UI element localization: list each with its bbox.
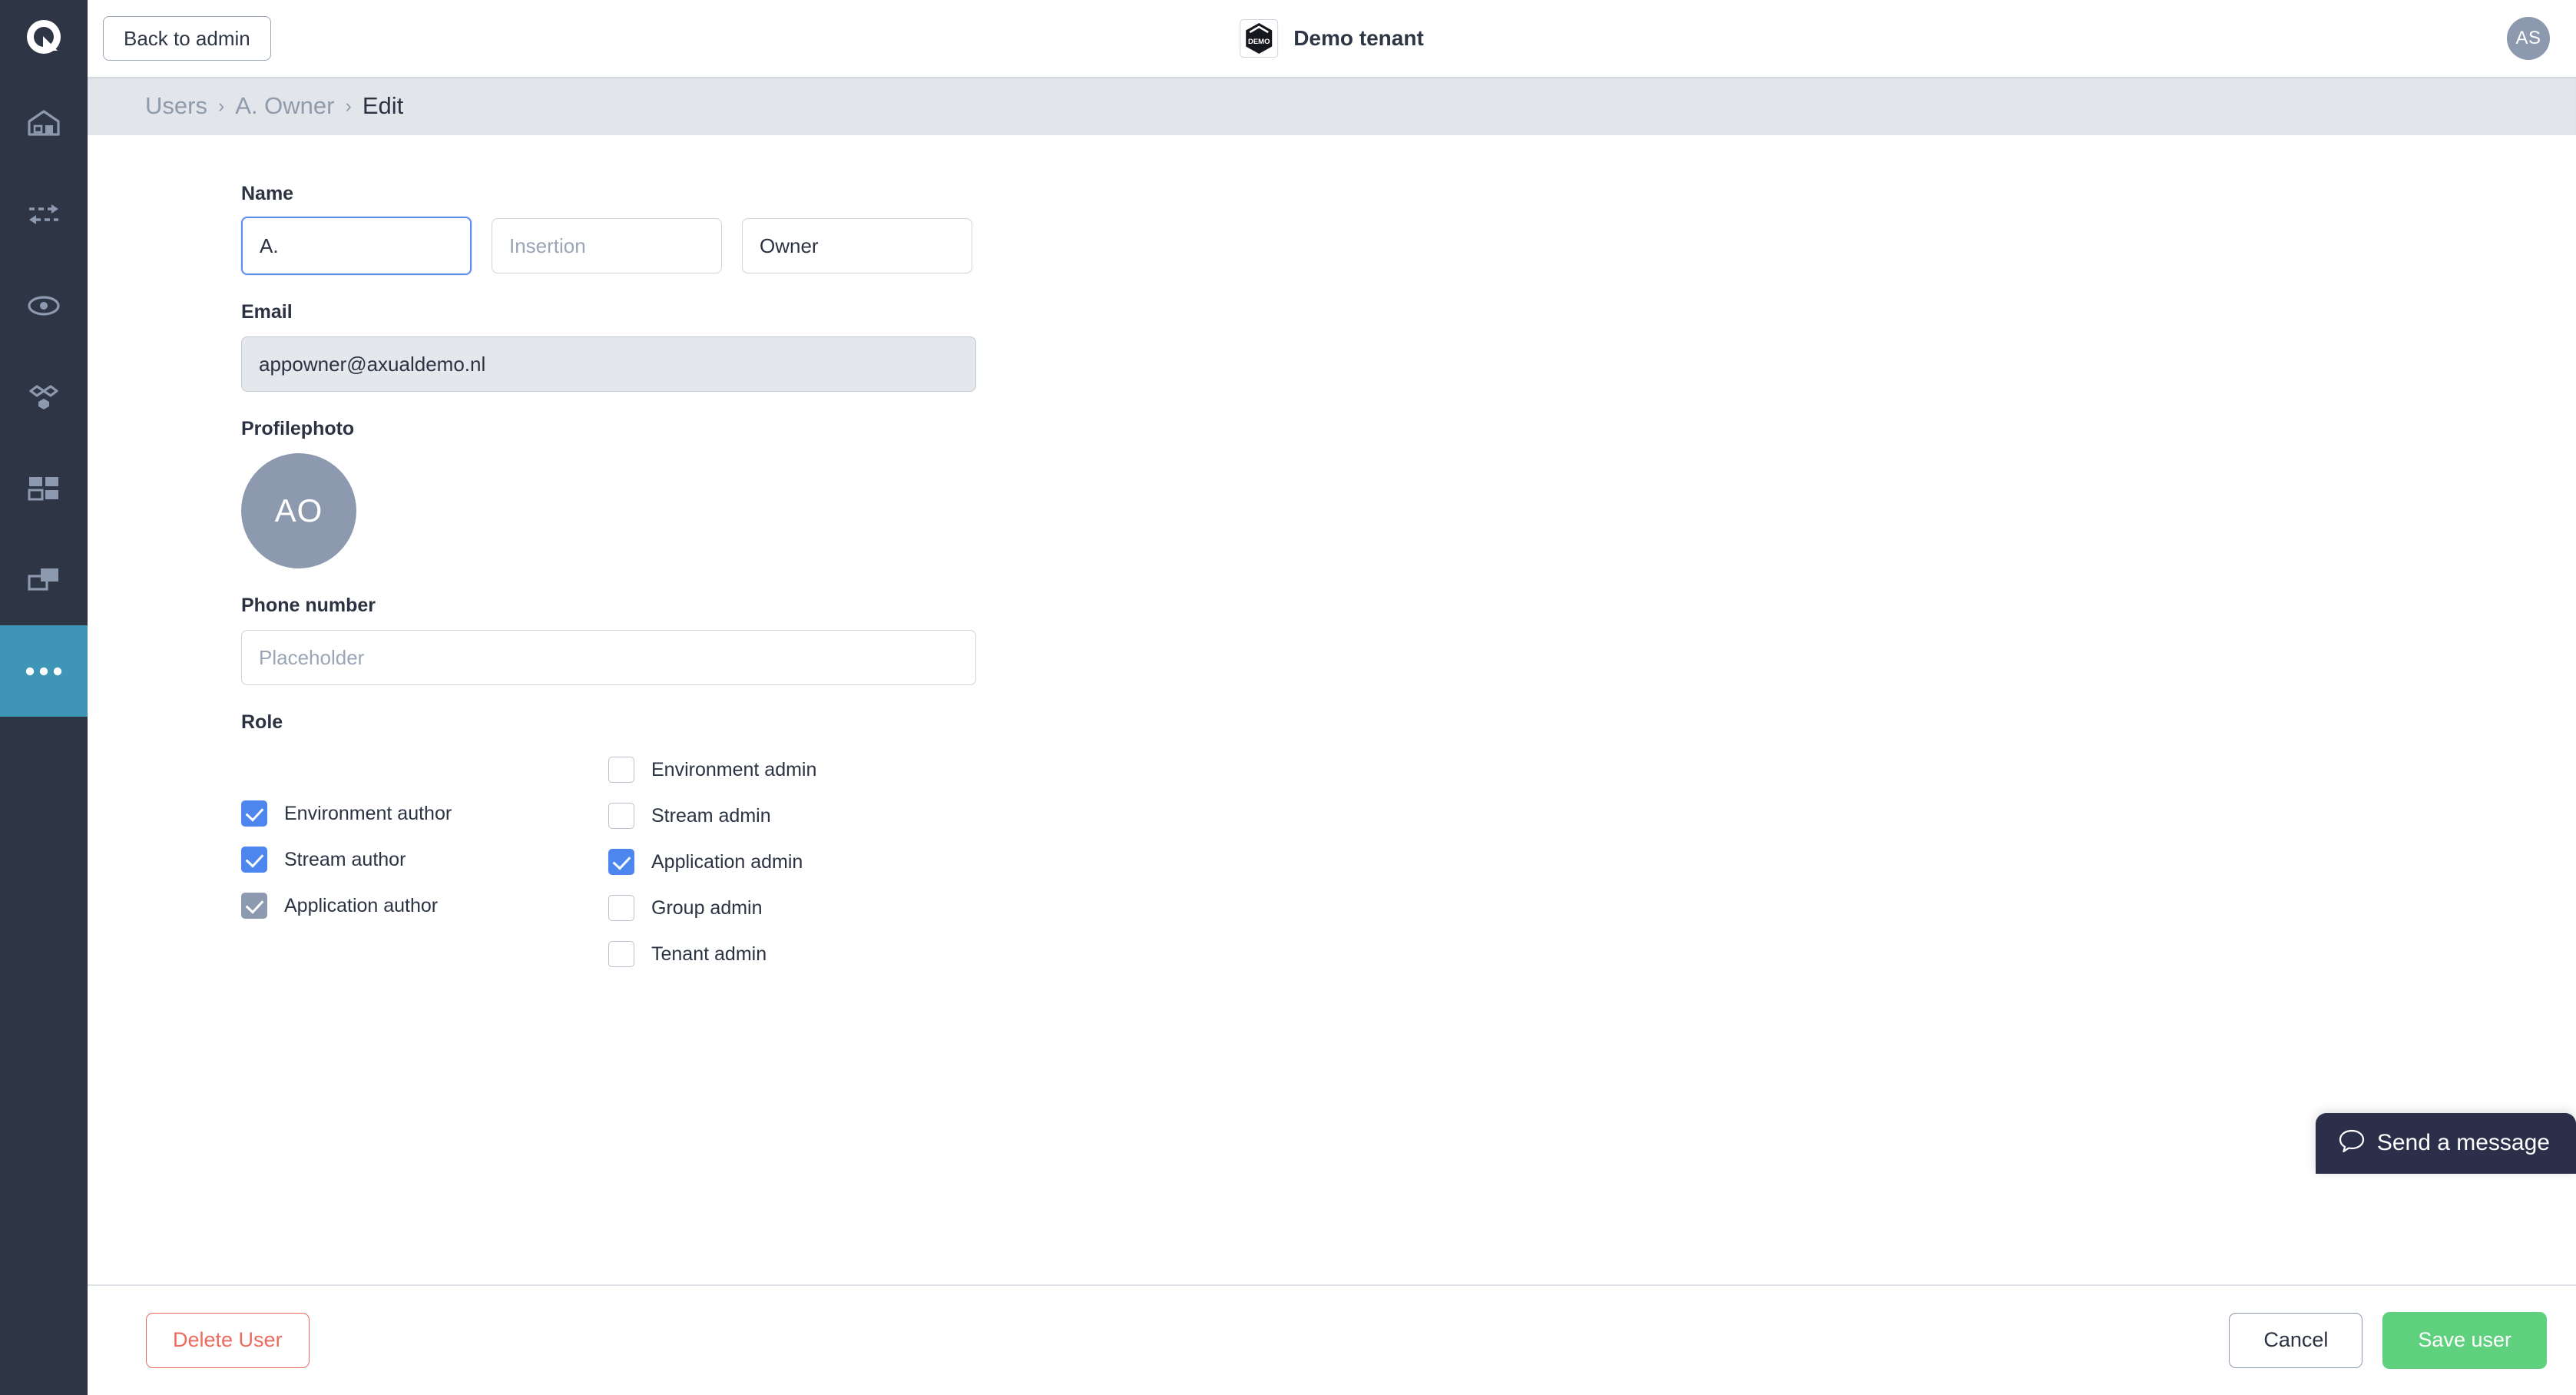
checkbox-group-admin[interactable] (608, 895, 634, 921)
back-to-admin-button[interactable]: Back to admin (103, 15, 271, 61)
breadcrumb-item-edit: Edit (362, 92, 404, 119)
more-dots-icon (24, 666, 64, 677)
checkbox-environment-admin[interactable] (608, 757, 634, 783)
speech-bubble-icon (2339, 1128, 2365, 1157)
profilephoto-field-group: Profilephoto AO (241, 418, 2576, 568)
footer-right-actions: Cancel Save user (2229, 1312, 2547, 1369)
role-column-author: Environment author Stream author Applica… (241, 747, 608, 977)
first-name-input[interactable] (241, 217, 472, 275)
sidebar-item-more[interactable] (0, 625, 88, 717)
cancel-button[interactable]: Cancel (2229, 1313, 2363, 1368)
save-user-button[interactable]: Save user (2382, 1312, 2547, 1369)
sidebar-item-applications[interactable] (0, 534, 88, 625)
windows-icon (26, 566, 61, 594)
chat-widget-label: Send a message (2376, 1129, 2550, 1155)
form-action-bar: Delete User Cancel Save user (88, 1284, 2576, 1395)
avatar[interactable]: AS (2507, 17, 2550, 60)
name-field-group: Name (241, 183, 2576, 275)
last-name-input[interactable] (742, 218, 972, 273)
checkbox-label: Stream author (284, 848, 406, 870)
tenant-logo-icon: DEMO (1240, 19, 1279, 58)
checkbox-tenant-admin[interactable] (608, 941, 634, 967)
checkbox-stream-admin[interactable] (608, 803, 634, 829)
home-icon (26, 108, 61, 138)
role-column-admin: Environment admin Stream admin Applicati… (608, 747, 1008, 977)
role-field-group: Role Environment author Stream author Ap… (241, 711, 2576, 977)
checkbox-row-stream-author[interactable]: Stream author (241, 837, 608, 883)
sidebar-item-home[interactable] (0, 77, 88, 168)
name-inputs-row (241, 217, 2576, 275)
checkbox-label: Environment admin (651, 758, 817, 780)
phone-input[interactable] (241, 630, 976, 685)
breadcrumb-item-users[interactable]: Users (145, 92, 207, 120)
nodes-icon (26, 382, 61, 413)
name-label: Name (241, 183, 294, 204)
profilephoto-label: Profilephoto (241, 418, 355, 439)
tenant-name: Demo tenant (1293, 26, 1424, 50)
send-a-message-widget[interactable]: Send a message (2315, 1113, 2576, 1174)
email-label: Email (241, 301, 293, 323)
sidebar-logo[interactable] (0, 0, 88, 77)
sidebar-item-topology[interactable] (0, 351, 88, 442)
svg-text:DEMO: DEMO (1248, 38, 1270, 46)
checkbox-application-author (241, 893, 267, 919)
axual-logo-icon (23, 16, 65, 61)
delete-user-button[interactable]: Delete User (146, 1313, 310, 1368)
checkbox-row-tenant-admin[interactable]: Tenant admin (608, 931, 1008, 977)
sidebar-item-transfer[interactable] (0, 168, 88, 260)
checkbox-row-application-admin[interactable]: Application admin (608, 839, 1008, 885)
checkbox-application-admin[interactable] (608, 849, 634, 875)
sidebar (0, 0, 88, 1395)
app-root: Back to admin DEMO Demo tenant AS Users … (0, 0, 2576, 1395)
checkbox-row-stream-admin[interactable]: Stream admin (608, 793, 1008, 839)
checkbox-label: Application admin (651, 850, 803, 873)
checkbox-environment-author[interactable] (241, 800, 267, 827)
checkbox-label: Stream admin (651, 804, 771, 827)
checkbox-row-application-author: Application author (241, 883, 608, 929)
checkbox-label: Application author (284, 894, 439, 916)
breadcrumb-separator: › (217, 94, 225, 117)
edit-user-form: Name Email Profilephoto AO Phone number (88, 135, 2576, 1284)
profile-avatar[interactable]: AO (241, 453, 356, 568)
checkbox-label: Tenant admin (651, 943, 767, 965)
role-columns: Environment author Stream author Applica… (241, 747, 2576, 977)
sidebar-item-dashboard[interactable] (0, 442, 88, 534)
insertion-input[interactable] (492, 218, 722, 273)
sidebar-nav (0, 77, 88, 717)
main-pane: Back to admin DEMO Demo tenant AS Users … (88, 0, 2576, 1395)
breadcrumb-separator: › (345, 94, 352, 117)
checkbox-label: Group admin (651, 896, 763, 919)
checkbox-row-environment-author[interactable]: Environment author (241, 790, 608, 837)
role-label: Role (241, 711, 283, 733)
checkbox-row-group-admin[interactable]: Group admin (608, 885, 1008, 931)
sidebar-item-observe[interactable] (0, 260, 88, 351)
checkbox-row-environment-admin[interactable]: Environment admin (608, 747, 1008, 793)
eye-target-icon (26, 293, 61, 319)
phone-field-group: Phone number (241, 595, 2576, 685)
breadcrumb: Users › A. Owner › Edit (88, 77, 2576, 135)
breadcrumb-item-user[interactable]: A. Owner (235, 92, 334, 120)
top-bar: Back to admin DEMO Demo tenant AS (88, 0, 2576, 77)
checkbox-label: Environment author (284, 802, 452, 824)
email-input (241, 336, 976, 392)
phone-label: Phone number (241, 595, 376, 616)
transfer-arrows-icon (26, 201, 61, 227)
tenant-switcher[interactable]: DEMO Demo tenant (1240, 19, 1424, 58)
checkbox-stream-author[interactable] (241, 847, 267, 873)
grid-icon (27, 475, 61, 502)
email-field-group: Email (241, 301, 2576, 392)
